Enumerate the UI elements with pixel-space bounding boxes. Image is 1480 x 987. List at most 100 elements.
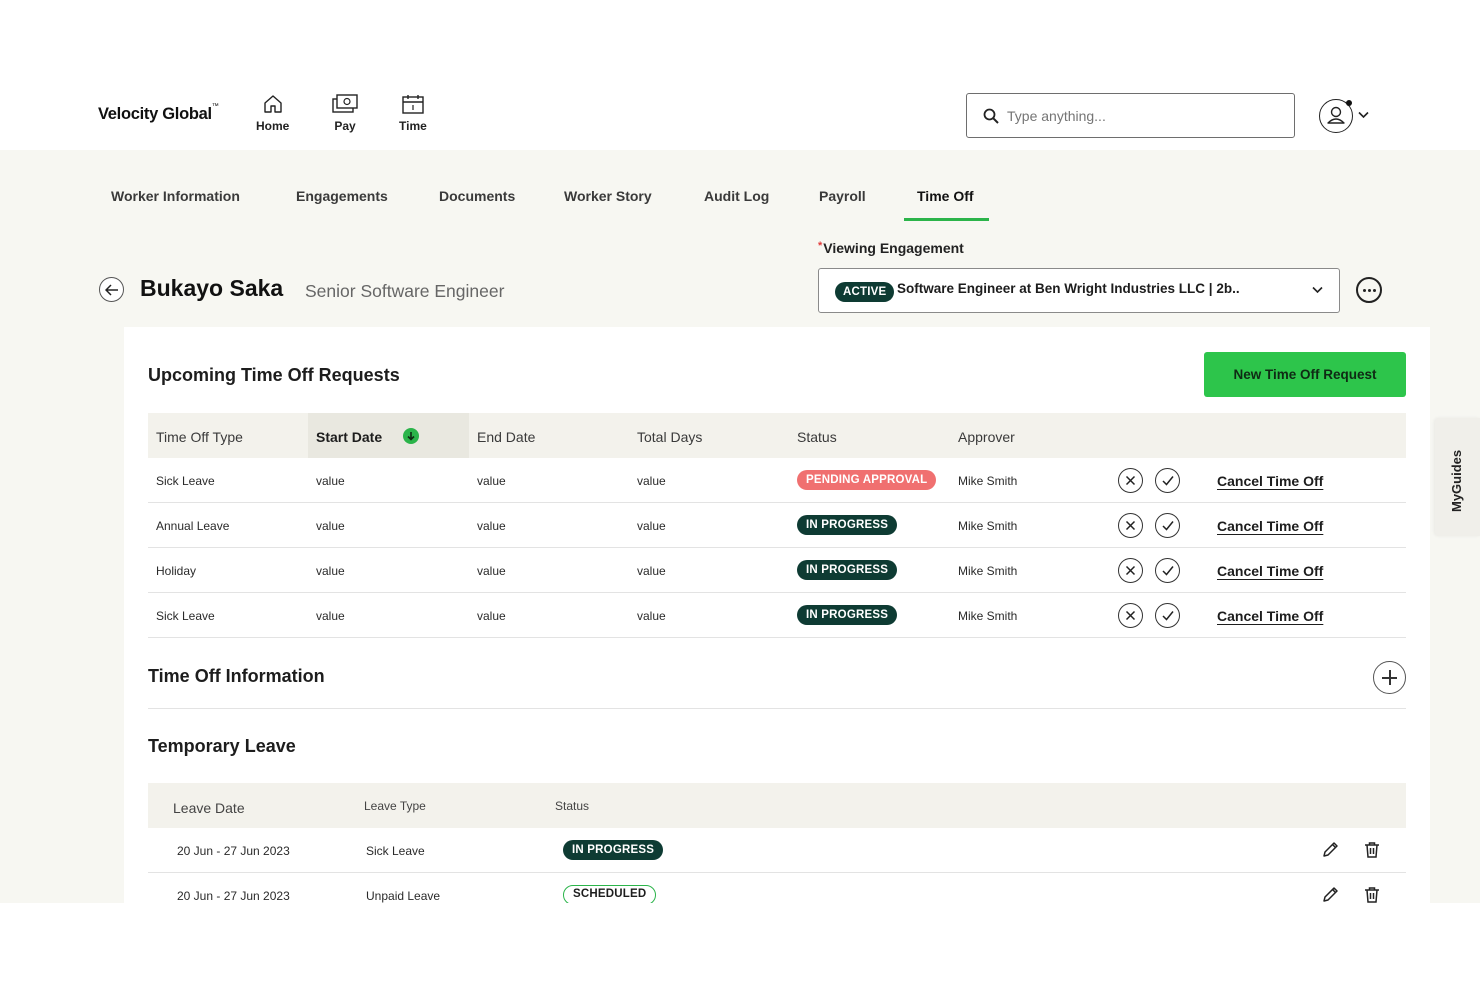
- time-off-information-title: Time Off Information: [148, 666, 325, 686]
- status-badge: IN PROGRESS: [563, 840, 664, 860]
- table-row: 20 Jun - 27 Jun 2023 Unpaid Leave SCHEDU…: [148, 873, 1406, 903]
- edit-pencil-icon[interactable]: [1322, 841, 1339, 858]
- table-row: Sick Leave value value value IN PROGRESS…: [148, 593, 1406, 638]
- reject-icon[interactable]: [1118, 558, 1143, 583]
- status-badge: IN PROGRESS: [797, 515, 898, 535]
- nav-time[interactable]: Time: [399, 94, 427, 133]
- section-divider: [148, 708, 1406, 709]
- trash-icon[interactable]: [1364, 841, 1380, 858]
- status-badge: SCHEDULED: [563, 885, 657, 903]
- chevron-down-icon: [1312, 286, 1323, 294]
- nav-time-label: Time: [399, 119, 427, 133]
- approve-icon[interactable]: [1155, 513, 1180, 538]
- tab-payroll[interactable]: Payroll: [819, 188, 866, 204]
- tab-engagements[interactable]: Engagements: [296, 188, 388, 204]
- cell-start-date: value: [316, 519, 345, 533]
- cell-end-date: value: [477, 609, 506, 623]
- column-header-leave-date[interactable]: Leave Date: [173, 800, 245, 816]
- cell-type: Sick Leave: [156, 609, 215, 623]
- cell-approver: Mike Smith: [958, 474, 1018, 488]
- chevron-down-icon[interactable]: [1358, 111, 1369, 119]
- column-header-status[interactable]: Status: [797, 429, 837, 445]
- reject-icon[interactable]: [1118, 603, 1143, 628]
- table-row: Sick Leave value value value PENDING APP…: [148, 458, 1406, 503]
- status-badge: PENDING APPROVAL: [797, 470, 937, 490]
- cell-leave-date: 20 Jun - 27 Jun 2023: [177, 844, 290, 858]
- table-row: 20 Jun - 27 Jun 2023 Sick Leave IN PROGR…: [148, 828, 1406, 873]
- nav-pay-label: Pay: [334, 119, 356, 133]
- worker-job-title: Senior Software Engineer: [305, 281, 505, 301]
- cell-total-days: value: [637, 519, 666, 533]
- worker-tabs: Worker Information Engagements Documents…: [0, 150, 1480, 225]
- column-header-end-date[interactable]: End Date: [477, 429, 535, 445]
- back-arrow-icon[interactable]: [99, 277, 124, 302]
- myguides-side-tab[interactable]: MyGuides: [1435, 418, 1480, 536]
- sort-descending-icon[interactable]: [403, 428, 419, 444]
- nav-pay[interactable]: Pay: [332, 94, 358, 133]
- reject-icon[interactable]: [1118, 468, 1143, 493]
- approve-icon[interactable]: [1155, 468, 1180, 493]
- viewing-engagement-label: *Viewing Engagement: [818, 240, 964, 256]
- main-content: Worker Information Engagements Documents…: [0, 150, 1480, 903]
- trash-icon[interactable]: [1364, 886, 1380, 903]
- column-header-total-days[interactable]: Total Days: [637, 429, 702, 445]
- global-search[interactable]: [966, 93, 1295, 138]
- app-frame: Velocity Global™ Home Pay Time Worker In…: [0, 0, 1480, 987]
- tab-worker-information[interactable]: Worker Information: [111, 188, 240, 204]
- table-header: Time Off Type Start Date End Date Total …: [148, 413, 1406, 458]
- approve-icon[interactable]: [1155, 603, 1180, 628]
- cancel-time-off-link[interactable]: Cancel Time Off: [1217, 518, 1323, 534]
- column-header-type[interactable]: Time Off Type: [156, 429, 243, 445]
- table-header: Leave Date Leave Type Status: [148, 783, 1406, 828]
- edit-pencil-icon[interactable]: [1322, 886, 1339, 903]
- cell-total-days: value: [637, 564, 666, 578]
- myguides-label: MyGuides: [1449, 449, 1464, 512]
- cell-end-date: value: [477, 474, 506, 488]
- temporary-leave-title: Temporary Leave: [148, 736, 296, 756]
- cell-leave-type: Sick Leave: [366, 844, 425, 858]
- cell-approver: Mike Smith: [958, 609, 1018, 623]
- cancel-time-off-link[interactable]: Cancel Time Off: [1217, 563, 1323, 579]
- cell-start-date: value: [316, 564, 345, 578]
- calendar-icon: [402, 95, 424, 114]
- tab-audit-log[interactable]: Audit Log: [704, 188, 769, 204]
- more-options-icon[interactable]: [1356, 277, 1382, 303]
- approve-icon[interactable]: [1155, 558, 1180, 583]
- status-badge: IN PROGRESS: [797, 605, 898, 625]
- table-row: Holiday value value value IN PROGRESS Mi…: [148, 548, 1406, 593]
- nav-home[interactable]: Home: [256, 94, 289, 133]
- cancel-time-off-link[interactable]: Cancel Time Off: [1217, 473, 1323, 489]
- cancel-time-off-link[interactable]: Cancel Time Off: [1217, 608, 1323, 624]
- tab-documents[interactable]: Documents: [439, 188, 515, 204]
- pay-icon: [332, 94, 358, 113]
- reject-icon[interactable]: [1118, 513, 1143, 538]
- column-header-leave-type[interactable]: Leave Type: [364, 799, 426, 813]
- upcoming-requests-title: Upcoming Time Off Requests: [148, 365, 400, 385]
- cell-approver: Mike Smith: [958, 519, 1018, 533]
- cell-total-days: value: [637, 474, 666, 488]
- expand-plus-icon[interactable]: [1373, 661, 1406, 694]
- cell-leave-date: 20 Jun - 27 Jun 2023: [177, 889, 290, 903]
- search-icon: [983, 108, 999, 124]
- active-status-badge: ACTIVE: [835, 282, 895, 302]
- cell-leave-type: Unpaid Leave: [366, 889, 441, 903]
- cell-total-days: value: [637, 609, 666, 623]
- status-badge: IN PROGRESS: [797, 560, 898, 580]
- column-header-start-date[interactable]: Start Date: [316, 429, 382, 445]
- tab-time-off[interactable]: Time Off: [917, 188, 974, 204]
- engagement-select[interactable]: ACTIVE Software Engineer at Ben Wright I…: [818, 268, 1340, 313]
- notification-dot: [1346, 100, 1352, 106]
- velocity-global-logo[interactable]: Velocity Global™: [98, 103, 219, 124]
- top-navigation-bar: Velocity Global™ Home Pay Time: [0, 70, 1480, 150]
- column-header-approver[interactable]: Approver: [958, 429, 1015, 445]
- active-tab-indicator: [904, 218, 989, 221]
- tab-worker-story[interactable]: Worker Story: [564, 188, 652, 204]
- column-header-status[interactable]: Status: [555, 799, 589, 813]
- table-row: Annual Leave value value value IN PROGRE…: [148, 503, 1406, 548]
- new-time-off-request-button[interactable]: New Time Off Request: [1204, 352, 1406, 397]
- cell-approver: Mike Smith: [958, 564, 1018, 578]
- cell-type: Annual Leave: [156, 519, 230, 533]
- worker-name: Bukayo Saka: [140, 275, 284, 301]
- search-input[interactable]: [1007, 104, 1277, 128]
- cell-start-date: value: [316, 609, 345, 623]
